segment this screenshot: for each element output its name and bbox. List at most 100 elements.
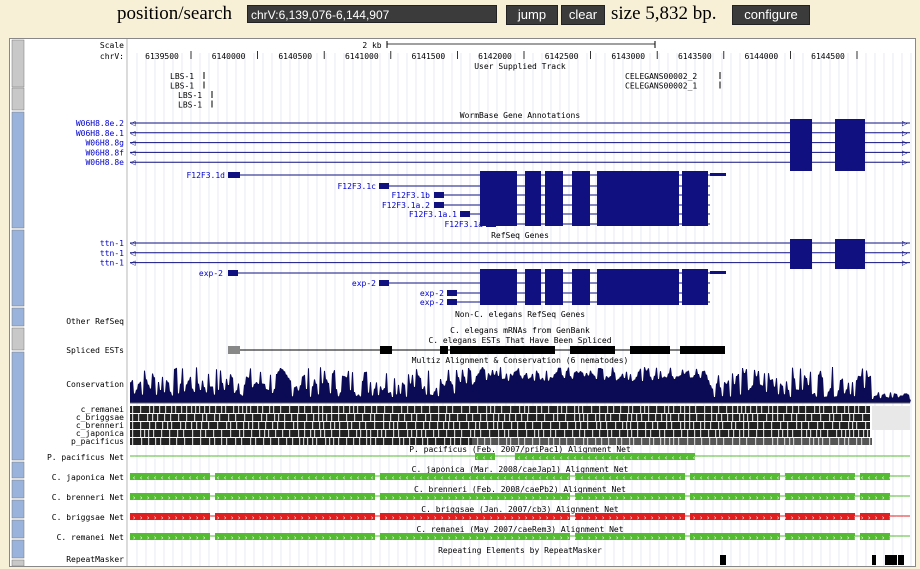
user-track-item: LBS-1 [178, 91, 202, 100]
net-chevron: › [531, 494, 535, 502]
net-chevron: › [384, 514, 388, 522]
species-gap [297, 414, 299, 421]
net-chevron: › [510, 494, 514, 502]
net-chevron: › [832, 534, 836, 542]
species-gap [684, 414, 686, 421]
net-chevron: › [601, 534, 605, 542]
clear-button[interactable]: clear [561, 5, 605, 25]
configure-button[interactable]: configure [732, 5, 810, 25]
species-gap [144, 430, 146, 437]
species-gap [359, 422, 361, 429]
net-chevron: › [685, 494, 689, 502]
net-chevron: › [412, 534, 416, 542]
species-unaligned [872, 406, 910, 430]
gene-exon [545, 269, 563, 305]
species-gap [605, 414, 607, 421]
net-chevron: › [454, 494, 458, 502]
net-chevron: › [566, 534, 570, 542]
net-chevron: › [349, 534, 353, 542]
species-gap [284, 414, 286, 421]
net-chevron: › [888, 534, 892, 542]
gene-exon [434, 192, 444, 198]
species-gap [377, 430, 379, 437]
net-chevron: › [279, 494, 283, 502]
est-block [630, 346, 670, 354]
net-chevron: › [783, 494, 787, 502]
net-chevron: › [902, 534, 906, 542]
net-chevron: › [608, 514, 612, 522]
species-gap [820, 414, 822, 421]
species-gap [140, 422, 142, 429]
species-gap [756, 430, 758, 437]
net-chevron: ‹ [328, 454, 332, 462]
gene-exon [597, 269, 679, 305]
net-chevron: ‹ [902, 474, 906, 482]
net-chevron: › [251, 514, 255, 522]
species-gap [631, 430, 633, 437]
net-chevron: › [419, 514, 423, 522]
species-gap [291, 414, 293, 421]
gene-exon [835, 239, 865, 269]
species-gap [313, 414, 315, 421]
net-chevron: › [720, 494, 724, 502]
species-gap [303, 438, 305, 445]
species-gap [181, 406, 183, 413]
net-chevron: › [650, 494, 654, 502]
species-gap [230, 430, 232, 437]
species-gap [354, 414, 356, 421]
browser-image-panel: Scale chrV: W06H8.8e.2 W06H8.8e.1 W06H8.8g W0… [9, 38, 916, 567]
net-chevron: ‹ [545, 474, 549, 482]
species-gap [446, 430, 448, 437]
species-gap [389, 422, 391, 429]
species-gap [268, 430, 270, 437]
net-chevron: › [671, 534, 675, 542]
species-gap [592, 430, 594, 437]
species-gap [515, 414, 517, 421]
net-chevron: ‹ [419, 454, 423, 462]
jump-button[interactable]: jump [506, 5, 558, 25]
species-gap [304, 430, 306, 437]
position-input[interactable]: chrV:6,139,076-6,144,907 [247, 5, 497, 23]
species-gap [771, 422, 773, 429]
species-gap [524, 406, 526, 413]
species-gap [660, 438, 662, 445]
species-gap [353, 438, 355, 445]
species-gap [415, 422, 417, 429]
species-gap [416, 430, 418, 437]
species-gap [680, 406, 682, 413]
species-gap [844, 438, 846, 445]
gene-exon [525, 171, 541, 226]
species-gap [664, 438, 666, 445]
species-gap [527, 414, 529, 421]
net-chevron: › [230, 534, 234, 542]
species-gap [149, 406, 151, 413]
net-chevron: › [139, 514, 143, 522]
species-gap [265, 422, 267, 429]
net-chevron: › [426, 514, 430, 522]
track-side-button [11, 461, 25, 479]
net-chevron: › [517, 514, 521, 522]
species-gap [498, 414, 500, 421]
species-gap [468, 422, 470, 429]
track-side-button [11, 479, 25, 499]
net-chevron: ‹ [433, 454, 437, 462]
net-chevron: › [370, 514, 374, 522]
gene-exon [447, 299, 457, 305]
net-chevron: ‹ [860, 474, 864, 482]
net-chevron: ‹ [797, 474, 801, 482]
species-gap [375, 438, 377, 445]
net-chevron: › [776, 534, 780, 542]
gene-exon [447, 290, 457, 296]
species-gap [739, 438, 741, 445]
species-gap [339, 422, 341, 429]
species-gap [324, 430, 326, 437]
ruler-tick-label: 6141000 [345, 52, 379, 61]
species-label: p_pacificus [71, 437, 124, 446]
net-chevron: › [776, 514, 780, 522]
species-gap [383, 414, 385, 421]
net-chevron: › [181, 494, 185, 502]
species-gap [429, 422, 431, 429]
species-gap [292, 438, 294, 445]
species-gap [414, 406, 416, 413]
net-chevron: › [286, 494, 290, 502]
